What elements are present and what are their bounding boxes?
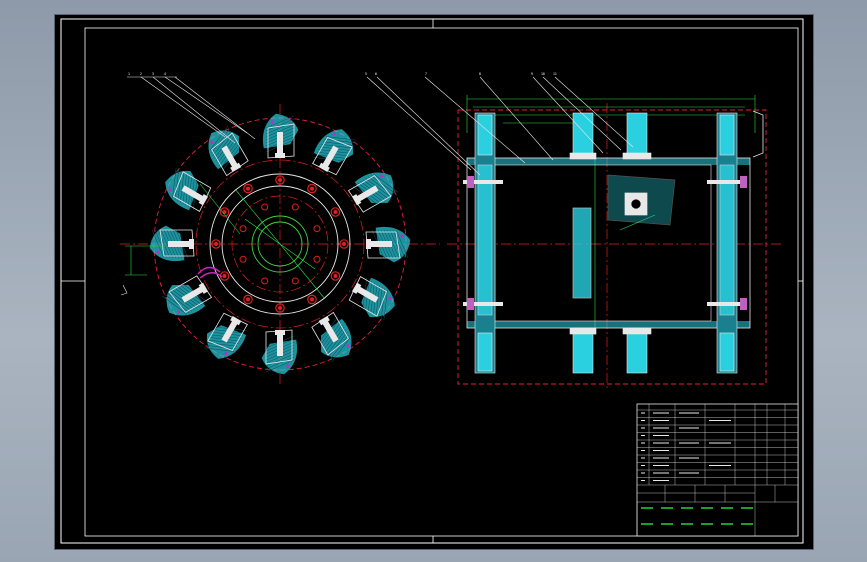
side-view[interactable]: 5 6 7 8 9 10 11 (365, 72, 781, 390)
bolt-hole-center (214, 242, 218, 246)
title-block[interactable] (636, 403, 799, 537)
cutter-blade (312, 129, 357, 176)
leader-label: 3 (152, 72, 154, 76)
cutter-blade (165, 167, 212, 212)
center-detail (572, 174, 676, 299)
side-columns (474, 112, 738, 374)
bolt-hole-center (333, 210, 338, 214)
leader-label: 8 (479, 72, 481, 76)
bolt-hole-inner (313, 255, 321, 263)
cutter-blade (203, 312, 248, 359)
cad-viewport[interactable]: 1 2 3 4 5 6 7 8 9 10 11 (54, 14, 814, 550)
leader-label: 5 (365, 72, 367, 76)
cutter-blade (311, 311, 352, 363)
bolt-hole-center (246, 297, 250, 302)
side-bolts (463, 176, 747, 310)
right-handle (752, 110, 764, 158)
front-leaders (127, 76, 256, 144)
bolt-hole-inner (291, 277, 299, 285)
bolt-hole-center (310, 186, 314, 191)
bolt-hole-center (278, 306, 282, 310)
drawing-sheet: 1 2 3 4 5 6 7 8 9 10 11 (60, 18, 804, 544)
bolt-hole-inner (313, 225, 321, 233)
leader-label: 9 (531, 72, 533, 76)
bolt-hole-inner (261, 203, 269, 211)
leader-label: 1 (128, 72, 130, 76)
cutter-blade (262, 113, 299, 159)
cutter-blade (348, 276, 395, 321)
bolt-hole-inner (291, 203, 299, 211)
bolt-hole-inner (239, 225, 247, 233)
cutter-blade (261, 329, 298, 375)
leader-label: 2 (140, 72, 142, 76)
leader-label: 6 (375, 72, 377, 76)
bolt-hole-center (278, 178, 282, 182)
bolt-hole-inner (239, 255, 247, 263)
cutter-blade (347, 172, 399, 213)
front-view[interactable]: 1 2 3 4 (120, 72, 440, 384)
leader-label: 10 (541, 72, 545, 76)
bolt-hole-center (333, 274, 338, 278)
bolt-hole-inner (261, 277, 269, 285)
cutter-blade (365, 226, 411, 263)
bolt-hole-center (222, 274, 227, 278)
leader-label: 7 (425, 72, 427, 76)
bolt-hole-center (310, 297, 314, 302)
bolt-hole-center (246, 186, 250, 191)
side-leader-labels: 5 6 7 8 9 10 11 (365, 72, 557, 76)
bolt-hole-center (342, 242, 346, 246)
cutter-blade (161, 275, 213, 316)
leader-label: 4 (164, 72, 166, 76)
cutter-blade (149, 225, 195, 262)
leader-label: 11 (553, 72, 557, 76)
front-leader-labels: 1 2 3 4 (128, 72, 166, 76)
